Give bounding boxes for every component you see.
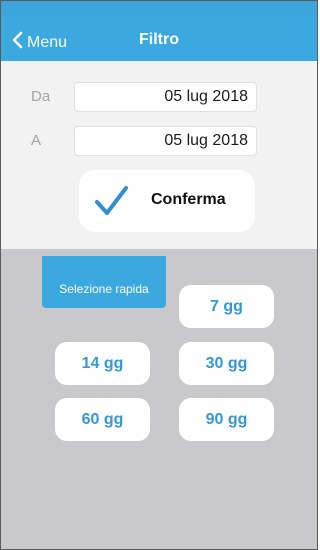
quick-selection-label: Selezione rapida	[59, 282, 149, 296]
navigation-bar: Menu Filtro	[1, 1, 317, 61]
app-screen: Menu Filtro Da 05 lug 2018 A 05 lug 2018…	[0, 0, 318, 550]
quick-option-14[interactable]: 14 gg	[55, 342, 150, 385]
confirm-label: Conferma	[151, 191, 226, 208]
from-date-field[interactable]: 05 lug 2018	[74, 82, 257, 112]
quick-option-7[interactable]: 7 gg	[179, 285, 274, 328]
page-title: Filtro	[139, 31, 179, 48]
to-row: A 05 lug 2018	[1, 126, 317, 156]
to-date-field[interactable]: 05 lug 2018	[74, 126, 257, 156]
quick-option-60[interactable]: 60 gg	[55, 398, 150, 441]
date-filter-panel: Da 05 lug 2018 A 05 lug 2018 Conferma	[1, 61, 317, 249]
quick-selection-tab: Selezione rapida	[42, 256, 166, 308]
confirm-button[interactable]: Conferma	[79, 170, 255, 232]
to-label: A	[31, 132, 42, 149]
status-bar	[1, 1, 317, 15]
from-label: Da	[31, 88, 51, 105]
from-row: Da 05 lug 2018	[1, 82, 317, 112]
quick-option-30[interactable]: 30 gg	[179, 342, 274, 385]
quick-option-90[interactable]: 90 gg	[179, 398, 274, 441]
